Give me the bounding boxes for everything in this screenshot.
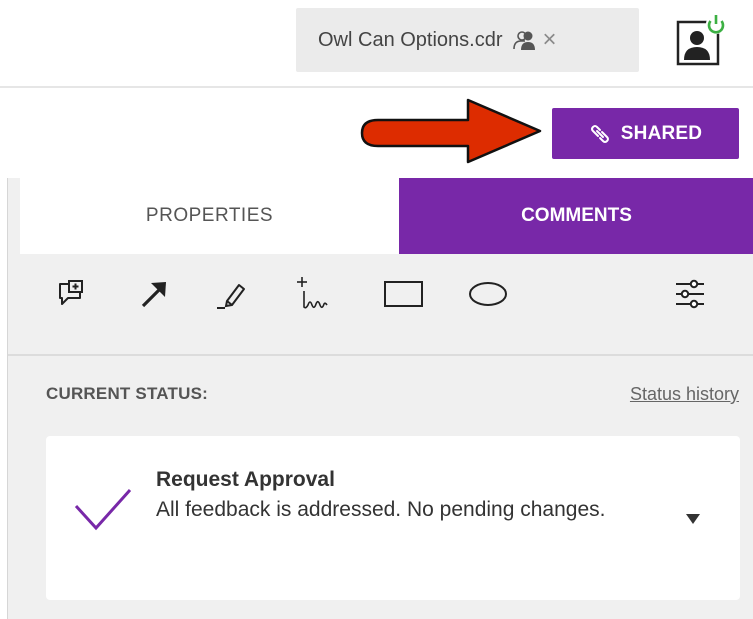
shared-button-label: SHARED bbox=[620, 122, 703, 144]
comments-panel: PROPERTIES COMMENTS CURRENT STATUS: Stat… bbox=[7, 178, 753, 619]
chevron-down-icon[interactable] bbox=[686, 514, 700, 524]
status-history-link[interactable]: Status history bbox=[630, 384, 739, 405]
highlighter-icon[interactable] bbox=[210, 272, 254, 316]
status-title: Request Approval bbox=[156, 468, 335, 491]
file-name: Owl Can Options.cdr bbox=[318, 28, 503, 51]
shared-doc-icon bbox=[511, 27, 537, 53]
close-icon[interactable]: × bbox=[543, 28, 557, 52]
panel-tabs: PROPERTIES COMMENTS bbox=[20, 178, 753, 254]
tab-properties[interactable]: PROPERTIES bbox=[20, 178, 399, 254]
toolbar-divider bbox=[8, 354, 753, 356]
filter-settings-icon[interactable] bbox=[668, 272, 712, 316]
rectangle-icon[interactable] bbox=[382, 272, 426, 316]
arrow-icon[interactable] bbox=[132, 272, 176, 316]
check-icon bbox=[74, 488, 132, 531]
red-arrow-annotation bbox=[356, 96, 546, 166]
shared-button[interactable]: SHARED bbox=[552, 108, 739, 159]
link-icon bbox=[589, 123, 611, 145]
user-online-icon[interactable] bbox=[672, 12, 730, 70]
annotation-toolbar bbox=[20, 254, 753, 354]
file-tab[interactable]: Owl Can Options.cdr × bbox=[296, 8, 639, 72]
ellipse-icon[interactable] bbox=[466, 272, 510, 316]
status-description: All feedback is addressed. No pending ch… bbox=[156, 498, 606, 521]
add-comment-icon[interactable] bbox=[50, 272, 94, 316]
status-card[interactable]: Request Approval All feedback is address… bbox=[46, 436, 740, 600]
tab-comments[interactable]: COMMENTS bbox=[399, 178, 753, 254]
current-status-label: CURRENT STATUS: bbox=[46, 384, 208, 403]
freehand-draw-icon[interactable] bbox=[292, 272, 336, 316]
top-divider bbox=[0, 86, 753, 88]
